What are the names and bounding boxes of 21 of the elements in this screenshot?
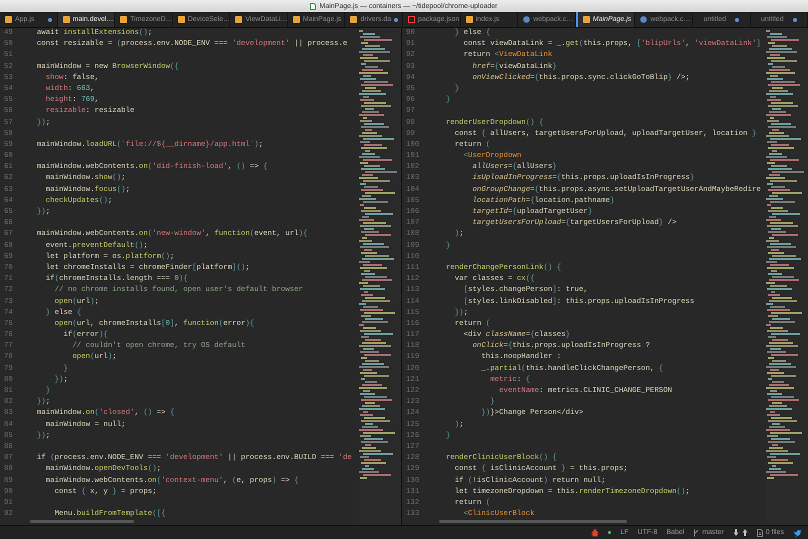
js-file-icon xyxy=(178,16,185,23)
js-file-icon xyxy=(235,16,242,23)
js-file-icon xyxy=(120,16,128,23)
globe-icon xyxy=(640,16,648,23)
status-dot-icon xyxy=(608,531,612,534)
globe-icon xyxy=(523,16,530,23)
file-icon xyxy=(756,528,763,536)
js-file-icon xyxy=(5,16,12,23)
bug-icon[interactable] xyxy=(591,528,600,536)
file-icon xyxy=(310,2,316,10)
js-file-icon xyxy=(582,16,590,23)
scrollbar-thumb[interactable] xyxy=(30,520,134,523)
js-file-icon xyxy=(350,16,358,23)
js-file-icon xyxy=(466,16,473,23)
js-file-icon xyxy=(62,16,70,23)
bird-icon[interactable] xyxy=(793,528,802,536)
js-file-icon xyxy=(292,16,300,23)
branch-icon xyxy=(693,528,700,536)
fetch-arrows-icon[interactable] xyxy=(732,529,748,536)
scrollbar-thumb[interactable] xyxy=(439,520,627,523)
package-file-icon xyxy=(408,16,416,23)
